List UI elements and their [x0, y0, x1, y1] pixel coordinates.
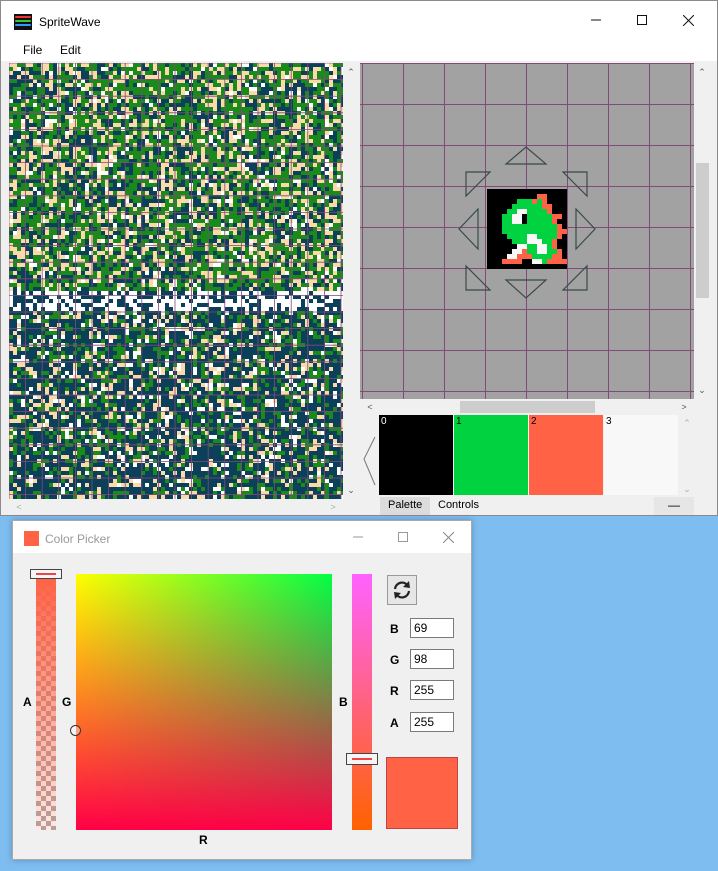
a-value-input[interactable] — [410, 712, 454, 732]
b-value-input[interactable] — [410, 618, 454, 638]
tiles-horizontal-scrollbar[interactable]: < > — [9, 499, 343, 515]
canvas-hscroll-thumb[interactable] — [460, 401, 595, 413]
tile-sheet[interactable] — [9, 63, 343, 499]
sprite-editor — [458, 146, 596, 299]
app-icon — [14, 14, 32, 30]
blue-axis-label: B — [339, 695, 348, 709]
refresh-button[interactable] — [387, 575, 417, 605]
canvas-vertical-scrollbar[interactable]: ⌃ ⌄ — [694, 63, 711, 399]
canvas-scroll-right-icon[interactable]: > — [676, 401, 692, 413]
canvas-scroll-left-icon[interactable]: < — [362, 401, 378, 413]
scroll-right-arrow-icon[interactable]: > — [325, 501, 341, 513]
palette-strip: 0 1 2 3 — [379, 415, 679, 497]
sprite-canvas[interactable] — [360, 63, 694, 399]
alpha-axis-label: A — [23, 695, 32, 709]
sprite-preview — [487, 189, 567, 269]
window-title: SpriteWave — [39, 15, 101, 29]
tab-palette[interactable]: Palette — [380, 497, 431, 515]
red-green-field[interactable] — [76, 574, 332, 830]
move-up-left-arrow-icon[interactable] — [465, 171, 492, 198]
bottom-tabs: Palette Controls — — [360, 497, 694, 515]
tile-grid — [9, 63, 343, 499]
scroll-down-arrow-icon[interactable]: ⌄ — [343, 484, 359, 496]
title-bar[interactable]: SpriteWave — [1, 1, 717, 39]
maximize-button[interactable] — [619, 1, 665, 39]
move-down-left-arrow-icon[interactable] — [465, 264, 492, 291]
swatch-index: 0 — [381, 416, 387, 427]
canvas-horizontal-scrollbar[interactable]: < > — [360, 399, 694, 415]
scroll-left-arrow-icon[interactable]: < — [11, 501, 27, 513]
swatch-index: 3 — [606, 416, 612, 427]
picker-title: Color Picker — [45, 532, 111, 546]
blue-slider-thumb[interactable] — [346, 753, 378, 765]
canvas-scroll-up-icon[interactable]: ⌃ — [694, 66, 710, 78]
close-button[interactable] — [665, 1, 711, 39]
palette-scroll-up-icon[interactable]: ⌃ — [679, 417, 695, 429]
palette-prev-button[interactable] — [360, 415, 379, 497]
b-field-label: B — [390, 622, 399, 636]
green-axis-label: G — [62, 695, 72, 709]
color-preview — [386, 757, 458, 829]
move-up-arrow-icon[interactable] — [504, 146, 548, 165]
swatch-index: 2 — [531, 416, 537, 427]
r-field-label: R — [390, 684, 399, 698]
picker-close-button[interactable] — [428, 521, 468, 553]
minimize-button[interactable] — [573, 1, 619, 39]
r-value-input[interactable] — [410, 680, 454, 700]
color-picker-window: Color Picker A G R B B G R A — [12, 520, 472, 860]
field-cursor[interactable] — [70, 725, 81, 736]
canvas-vscroll-thumb[interactable] — [696, 163, 709, 298]
palette-swatch-3[interactable]: 3 — [604, 415, 678, 495]
field-gradient-vertical — [76, 574, 332, 830]
move-left-arrow-icon[interactable] — [458, 207, 479, 251]
a-field-label: A — [390, 716, 399, 730]
color-swatch-icon — [24, 531, 39, 546]
palette-scroll-down-icon[interactable]: ⌄ — [679, 483, 695, 495]
swatch-index: 1 — [456, 416, 462, 427]
palette-swatch-1[interactable]: 1 — [454, 415, 528, 495]
palette-swatch-0[interactable]: 0 — [379, 415, 453, 495]
picker-minimize-button[interactable] — [338, 521, 378, 553]
picker-title-bar[interactable]: Color Picker — [13, 521, 471, 553]
tiles-vertical-scrollbar[interactable]: ⌃ ⌄ — [343, 63, 360, 499]
move-down-right-arrow-icon[interactable] — [561, 264, 588, 291]
red-axis-label: R — [199, 833, 208, 847]
palette-scrollbar[interactable]: ⌃ ⌄ — [679, 415, 694, 497]
picker-maximize-button[interactable] — [383, 521, 423, 553]
spritewave-window: SpriteWave File Edit ⌃ ⌄ < > ⌃ ⌄ < > 0 1… — [0, 0, 718, 516]
g-value-input[interactable] — [410, 649, 454, 669]
collapse-panel-button[interactable]: — — [654, 497, 694, 515]
move-down-arrow-icon[interactable] — [504, 279, 548, 299]
tab-controls[interactable]: Controls — [430, 497, 487, 515]
menu-bar: File Edit — [1, 39, 717, 61]
canvas-scroll-down-icon[interactable]: ⌄ — [694, 384, 710, 396]
g-field-label: G — [390, 653, 400, 667]
alpha-slider[interactable] — [36, 576, 56, 830]
move-right-arrow-icon[interactable] — [575, 207, 596, 251]
alpha-slider-thumb[interactable] — [30, 569, 62, 579]
menu-edit[interactable]: Edit — [60, 43, 81, 57]
blue-slider[interactable] — [352, 574, 372, 830]
refresh-icon — [393, 581, 411, 599]
menu-file[interactable]: File — [23, 43, 42, 57]
scroll-up-arrow-icon[interactable]: ⌃ — [343, 66, 359, 78]
palette-swatch-2[interactable]: 2 — [529, 415, 603, 495]
